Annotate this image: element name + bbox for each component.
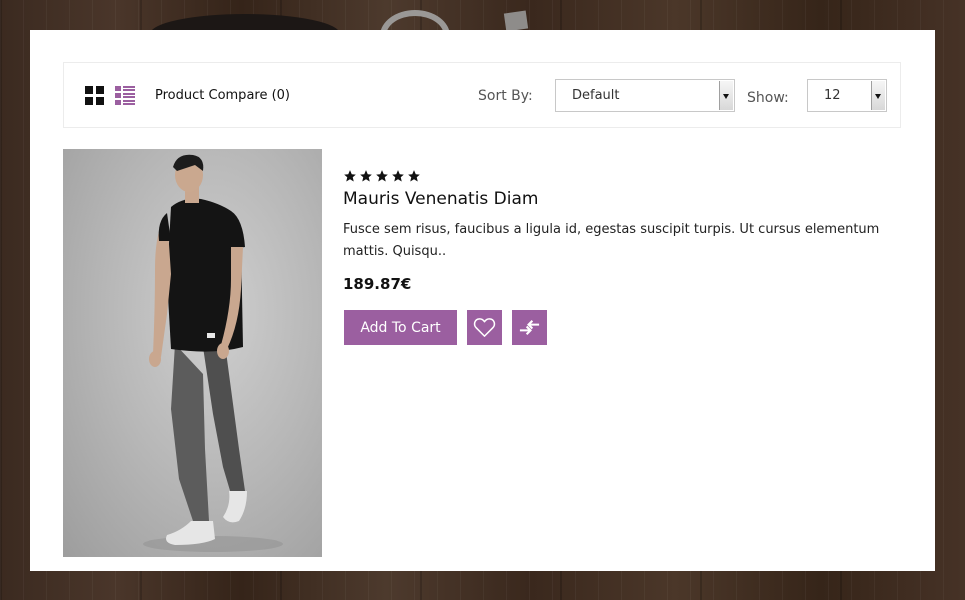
star-icon <box>376 170 388 182</box>
show-count-value: 12 <box>824 88 841 103</box>
product-image[interactable] <box>63 149 322 557</box>
product-rating <box>343 169 423 183</box>
product-name-link[interactable]: Mauris Venenatis Diam <box>343 189 538 209</box>
background-hat-decoration <box>150 0 340 30</box>
compare-button[interactable] <box>512 310 547 345</box>
add-to-cart-button[interactable]: Add To Cart <box>344 310 457 345</box>
list-view-icon[interactable] <box>115 86 135 106</box>
star-icon <box>360 170 372 182</box>
grid-view-icon[interactable] <box>85 86 105 106</box>
product-compare-link[interactable]: Product Compare (0) <box>155 88 290 103</box>
background-tag-decoration <box>503 10 529 32</box>
chevron-down-icon[interactable] <box>719 81 733 110</box>
product-price: 189.87€ <box>343 275 412 293</box>
sort-by-value: Default <box>572 88 620 103</box>
show-count-select[interactable]: 12 <box>807 79 887 112</box>
star-icon <box>344 170 356 182</box>
heart-icon <box>473 318 496 337</box>
compare-arrows-icon <box>519 320 540 335</box>
wishlist-button[interactable] <box>467 310 502 345</box>
show-label: Show: <box>747 90 789 106</box>
product-toolbar: Product Compare (0) Sort By: Default Sho… <box>63 62 901 128</box>
background-ring-decoration <box>380 0 450 30</box>
star-icon <box>392 170 404 182</box>
product-description: Fusce sem risus, faucibus a ligula id, e… <box>343 222 880 259</box>
sort-by-select[interactable]: Default <box>555 79 735 112</box>
sort-by-label: Sort By: <box>478 88 533 104</box>
chevron-down-icon[interactable] <box>871 81 885 110</box>
model-photo <box>143 154 283 552</box>
star-icon <box>408 170 420 182</box>
